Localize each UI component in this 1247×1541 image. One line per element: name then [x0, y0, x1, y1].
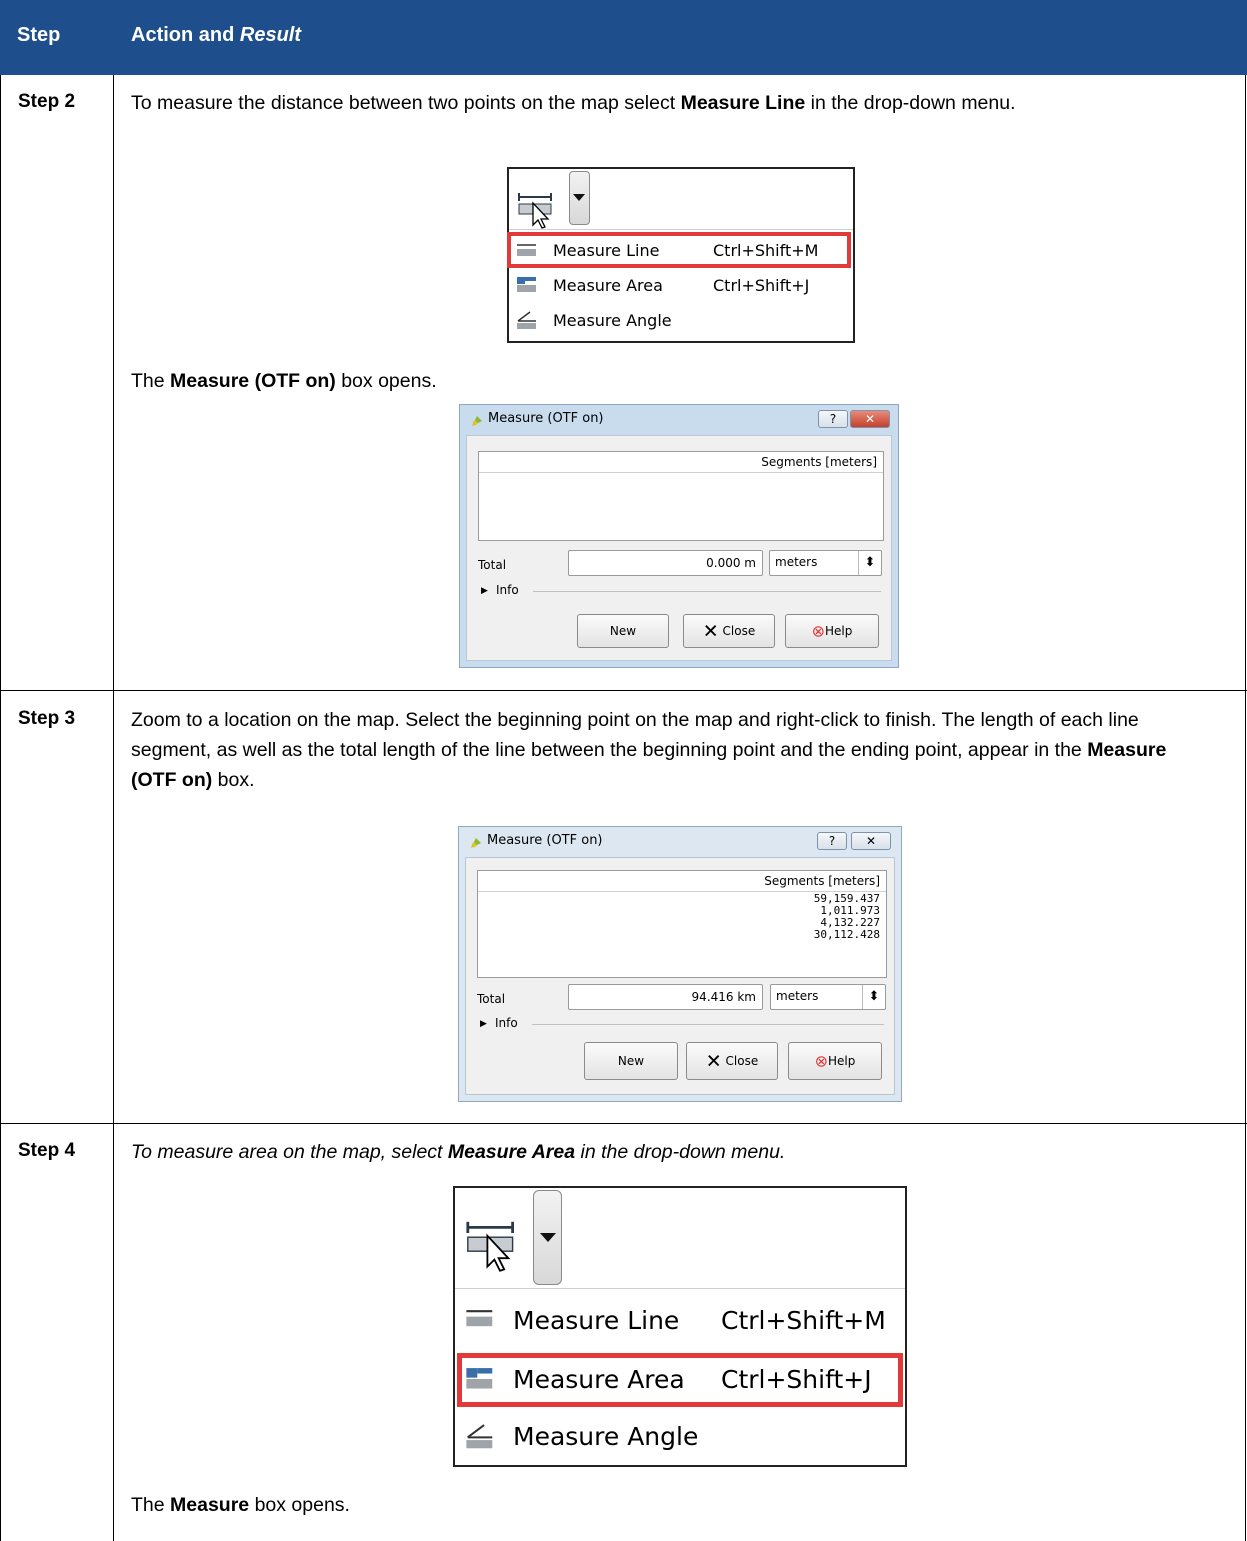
- measure-dialog-screenshot: Measure (OTF on) ? ✕ Segments [meters] 5…: [458, 826, 902, 1102]
- dropdown-toggle-button[interactable]: [569, 171, 590, 225]
- help-button[interactable]: ⊗Help: [788, 1042, 882, 1080]
- dialog-title: Measure (OTF on): [488, 411, 604, 426]
- table-border-left: [0, 75, 1, 1541]
- header-action: Action and Result: [131, 24, 302, 46]
- menu-item-label: Measure Angle: [553, 311, 672, 330]
- measure-ruler-icon: [466, 1221, 514, 1272]
- menu-item-shortcut: Ctrl+Shift+J: [713, 276, 810, 295]
- table-header: Step Action and Result: [0, 0, 1247, 75]
- segment-value: 30,112.428: [813, 928, 880, 941]
- column-divider: [113, 75, 114, 1541]
- step-label: Step 4: [18, 1140, 76, 1161]
- segments-table[interactable]: Segments [meters] 59,159.437 1,011.973 4…: [477, 870, 887, 978]
- menu-item-label: Measure Area: [553, 276, 663, 295]
- measure-dropdown-screenshot: Measure Line Ctrl+Shift+M Measure Area C…: [453, 1186, 907, 1467]
- new-button[interactable]: New: [584, 1042, 678, 1080]
- step-instruction: To measure area on the map, select Measu…: [131, 1141, 786, 1163]
- measure-line-icon: [466, 1310, 493, 1327]
- help-title-button[interactable]: ?: [817, 832, 847, 850]
- table-border-right: [1245, 75, 1246, 1541]
- segments-header-row: Segments [meters]: [478, 871, 886, 892]
- chevron-down-icon: [540, 1233, 556, 1242]
- menu-item-measure-angle[interactable]: Measure Angle: [455, 1410, 905, 1466]
- close-x-icon: ✕: [702, 620, 719, 643]
- info-divider: [532, 1024, 884, 1025]
- measure-ruler-icon: [518, 193, 552, 229]
- highlight-box: [507, 232, 851, 268]
- dialog-body: Segments [meters] 59,159.437 1,011.973 4…: [465, 857, 895, 1095]
- spinner-arrows-icon: ⬍: [862, 985, 885, 1009]
- menu-item-measure-area[interactable]: Measure Area Ctrl+Shift+J: [509, 268, 853, 302]
- unit-select[interactable]: meters ⬍: [769, 550, 882, 576]
- menu-separator: [509, 229, 853, 230]
- total-label: Total: [477, 992, 506, 1006]
- menu-item-label: Measure Angle: [513, 1422, 699, 1451]
- step-instruction: To measure the distance between two poin…: [131, 92, 1016, 114]
- qgis-logo-icon: [471, 838, 481, 848]
- qgis-logo-icon: [472, 416, 482, 426]
- segments-header-row: Segments [meters]: [479, 452, 883, 473]
- segments-column-header: Segments [meters]: [761, 455, 877, 469]
- lifebuoy-icon: ⊗: [811, 621, 826, 641]
- unit-select[interactable]: meters ⬍: [770, 984, 886, 1010]
- lifebuoy-icon: ⊗: [814, 1051, 829, 1071]
- spinner-arrows-icon: ⬍: [858, 551, 881, 575]
- menu-item-measure-angle[interactable]: Measure Angle: [509, 303, 853, 337]
- unit-value: meters: [775, 555, 818, 569]
- info-label[interactable]: Info: [495, 1016, 518, 1030]
- unit-value: meters: [776, 989, 819, 1003]
- info-label[interactable]: Info: [496, 583, 519, 597]
- total-value-field[interactable]: 0.000 m: [568, 550, 763, 576]
- total-value-field[interactable]: 94.416 km: [568, 984, 763, 1010]
- measure-dialog-screenshot: Measure (OTF on) ? ✕ Segments [meters] T…: [459, 404, 899, 668]
- menu-item-measure-area[interactable]: Measure Area Ctrl+Shift+J: [455, 1351, 905, 1407]
- measure-area-icon: [466, 1368, 493, 1389]
- total-value: 0.000 m: [706, 556, 756, 570]
- step-result: The Measure box opens.: [131, 1494, 350, 1516]
- segments-table[interactable]: Segments [meters]: [478, 451, 884, 541]
- row-divider: [0, 1123, 1247, 1124]
- menu-separator: [455, 1288, 905, 1289]
- info-divider: [533, 591, 881, 592]
- close-title-button[interactable]: ✕: [851, 832, 891, 850]
- step-label: Step 3: [18, 708, 76, 729]
- menu-item-measure-line[interactable]: Measure Line Ctrl+Shift+M: [455, 1292, 905, 1348]
- measure-angle-icon: [517, 311, 536, 329]
- menu-item-shortcut: Ctrl+Shift+M: [721, 1306, 886, 1335]
- menu-item-measure-line[interactable]: Measure Line Ctrl+Shift+M: [507, 232, 853, 268]
- measure-angle-icon: [466, 1424, 493, 1449]
- close-button[interactable]: ✕ Close: [683, 614, 775, 648]
- measure-dropdown-screenshot: Measure Line Ctrl+Shift+M Measure Area C…: [507, 167, 855, 343]
- header-step: Step: [17, 24, 61, 46]
- segments-list: 59,159.437 1,011.973 4,132.227 30,112.42…: [814, 893, 880, 941]
- expand-arrow-icon[interactable]: ▶: [480, 1019, 487, 1029]
- step-label: Step 2: [18, 91, 76, 112]
- dialog-body: Segments [meters] Total 0.000 m meters ⬍…: [466, 435, 892, 661]
- expand-arrow-icon[interactable]: ▶: [481, 586, 488, 596]
- total-label: Total: [478, 558, 507, 572]
- chevron-down-icon: [573, 194, 585, 201]
- close-button[interactable]: ✕ Close: [686, 1042, 778, 1080]
- step-result: The Measure (OTF on) box opens.: [131, 370, 437, 392]
- segments-column-header: Segments [meters]: [764, 874, 880, 888]
- help-button[interactable]: ⊗Help: [785, 614, 879, 648]
- dialog-title: Measure (OTF on): [487, 833, 603, 848]
- menu-item-label: Measure Line: [513, 1306, 680, 1335]
- close-x-icon: ✕: [705, 1050, 722, 1073]
- step-instruction: Zoom to a location on the map. Select th…: [131, 709, 1167, 791]
- measure-area-icon: [517, 277, 536, 292]
- help-title-button[interactable]: ?: [818, 410, 848, 428]
- new-button[interactable]: New: [577, 614, 669, 648]
- menu-item-shortcut: Ctrl+Shift+J: [721, 1365, 872, 1394]
- dropdown-toggle-button[interactable]: [533, 1190, 562, 1285]
- menu-item-label: Measure Area: [513, 1365, 685, 1394]
- row-divider: [0, 690, 1247, 691]
- total-value: 94.416 km: [691, 990, 756, 1004]
- close-title-button[interactable]: ✕: [850, 410, 890, 428]
